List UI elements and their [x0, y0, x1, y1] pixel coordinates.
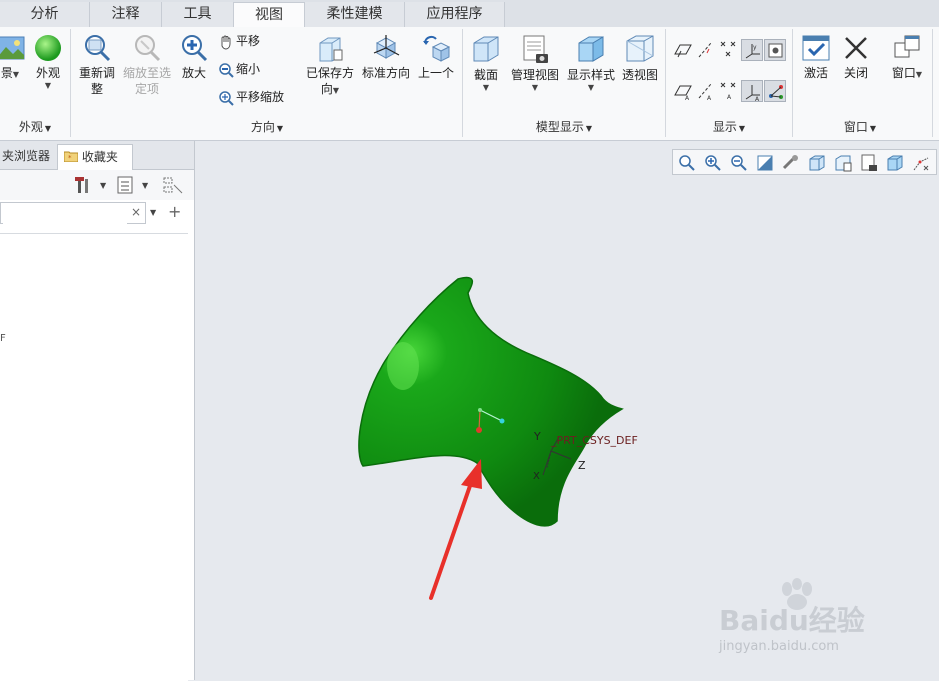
tree-item-fragment[interactable]: F [0, 333, 6, 344]
previous-view-button[interactable]: 上一个 [414, 33, 458, 81]
tools-hammer-icon[interactable] [74, 175, 94, 195]
windows-button[interactable]: 窗口▼ [884, 33, 930, 83]
baidu-watermark: Baidu经验 [719, 578, 865, 639]
axis-z-label: Z [578, 459, 586, 472]
perspective-button[interactable]: 透视图 [620, 33, 660, 83]
refit-button[interactable]: 重新调整 [76, 33, 118, 97]
manage-views-button[interactable]: 管理视图 ▼ [508, 33, 562, 93]
group-label-model-display[interactable]: 模型显示 ▼ [463, 118, 665, 136]
axis-x-label: X [533, 471, 540, 482]
add-filter-icon[interactable]: + [168, 202, 181, 221]
csys-tag-display-icon[interactable]: A [741, 80, 763, 103]
manage-views-icon [523, 35, 548, 63]
pointer-arrow [429, 459, 482, 600]
zoom-in-button[interactable]: 放大 [176, 33, 212, 81]
axis-tag-display-icon[interactable]: A [695, 80, 717, 102]
settings-list-icon[interactable] [116, 175, 134, 195]
saved-orientations-button[interactable]: 已保存方 向▼ [302, 33, 358, 99]
hand-icon [221, 35, 231, 49]
zoom-out-icon [219, 62, 234, 78]
tab-tools[interactable]: 工具 [162, 2, 234, 27]
zoom-to-selected-button[interactable]: 缩放至选 定项 [121, 33, 173, 97]
surface-highlight [387, 342, 419, 390]
panel-tabs: 夹浏览器 * 收藏夹 [0, 141, 194, 170]
ribbon-tab-bar: 分析 注释 工具 视图 柔性建模 应用程序 [0, 0, 939, 28]
scene-button[interactable]: 景▼ [0, 33, 26, 83]
group-label-orientation[interactable]: 方向 ▼ [72, 118, 462, 136]
pan-zoom-button[interactable]: 平移缩放 [218, 86, 284, 108]
annotation-display-icon[interactable] [764, 39, 786, 61]
axis-display-icon[interactable] [695, 39, 717, 61]
refit-magnifier-icon [85, 35, 111, 62]
tab-view[interactable]: 视图 [233, 2, 305, 28]
tab-analysis[interactable]: 分析 [0, 2, 90, 27]
appearance-sphere-icon [35, 35, 61, 61]
windows-icon [894, 35, 920, 58]
standard-orientation-button[interactable]: 标准方向 [360, 33, 412, 81]
previous-view-icon [423, 35, 451, 62]
point-tag-display-icon[interactable]: A [718, 80, 740, 102]
svg-text:*: * [68, 154, 72, 162]
scene-icon [0, 36, 25, 60]
ribbon: 景▼ 外观 ▼ 外观 ▼ 重新调整 缩放至选 定项 放大 平移 缩小 平移缩放 … [0, 27, 939, 141]
model-tree: F [0, 233, 188, 681]
group-label-appearance[interactable]: 外观 ▼ [0, 118, 70, 136]
settings-dropdown-icon[interactable]: ▼ [142, 181, 148, 190]
tab-flexible-modeling[interactable]: 柔性建模 [305, 2, 405, 27]
section-cube-icon [473, 36, 499, 62]
panel-toolbar: ▼ ▼ [0, 170, 194, 200]
group-label-show[interactable]: 显示 ▼ [666, 118, 792, 136]
tree-search-input[interactable] [3, 204, 127, 224]
clear-search-icon[interactable]: × [131, 205, 141, 219]
spin-center-display-icon[interactable] [764, 80, 786, 102]
plane-tag-display-icon[interactable]: A [672, 80, 694, 102]
zoom-in-icon [182, 35, 208, 62]
favorites-folder-icon: * [63, 151, 79, 163]
section-button[interactable]: 截面 ▼ [466, 33, 506, 93]
pan-zoom-icon [219, 90, 234, 106]
paw-logo-icon [782, 578, 812, 610]
graphics-viewport[interactable]: _PRT_CSYS_DEF Y Z X Baidu经验 jingyan.baid… [195, 141, 939, 680]
pan-button[interactable]: 平移 [218, 30, 260, 52]
appearance-button[interactable]: 外观 ▼ [30, 33, 66, 91]
search-dropdown-icon[interactable]: ▼ [150, 208, 156, 217]
green-surface[interactable] [358, 276, 624, 527]
saved-orientation-icon [319, 37, 343, 62]
csys-display-icon[interactable]: y [741, 39, 763, 61]
tab-folder-browser[interactable]: 夹浏览器 [0, 144, 56, 169]
svg-text:A: A [685, 95, 690, 102]
show-hide-tree-icon[interactable] [162, 175, 184, 195]
model-tree-panel: 夹浏览器 * 收藏夹 ▼ ▼ × ▼ + F [0, 141, 195, 681]
zoom-to-selected-icon [135, 35, 161, 62]
perspective-cube-icon [626, 35, 654, 62]
activate-window-button[interactable]: 激活 [798, 33, 834, 81]
tools-dropdown-icon[interactable]: ▼ [100, 181, 106, 190]
svg-text:A: A [755, 96, 760, 103]
watermark-url: jingyan.baidu.com [719, 639, 839, 654]
close-window-button[interactable]: 关闭 [838, 33, 874, 81]
svg-text:y: y [753, 44, 757, 51]
svg-text:A: A [707, 95, 712, 102]
zoom-out-button[interactable]: 缩小 [218, 58, 260, 80]
tab-favorites[interactable]: * 收藏夹 [57, 144, 133, 170]
plane-display-icon[interactable] [672, 39, 694, 61]
axis-y-label: Y [534, 430, 541, 443]
svg-text:A: A [727, 94, 732, 101]
tree-search-box[interactable]: × [0, 202, 146, 224]
standard-orientation-icon [373, 35, 400, 59]
group-label-window[interactable]: 窗口 ▼ [793, 118, 927, 136]
point-display-icon[interactable] [718, 39, 740, 61]
display-style-cube-icon [578, 36, 604, 62]
display-style-button[interactable]: 显示样式 ▼ [564, 33, 618, 93]
activate-window-icon [802, 35, 830, 61]
close-icon [845, 37, 867, 59]
tab-applications[interactable]: 应用程序 [405, 2, 505, 27]
tab-annotate[interactable]: 注释 [90, 2, 162, 27]
csys-label: _PRT_CSYS_DEF [551, 434, 638, 447]
